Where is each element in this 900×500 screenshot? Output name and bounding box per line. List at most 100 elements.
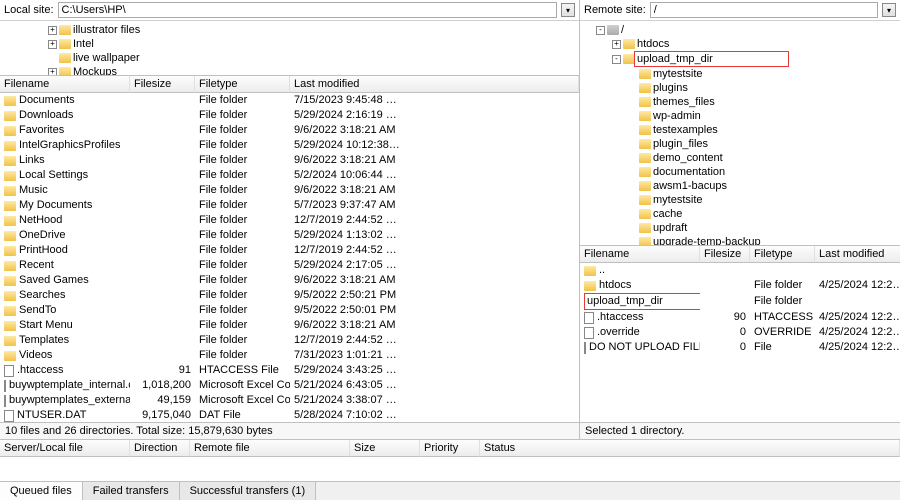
list-item-cell: File folder xyxy=(195,243,290,258)
list-item-name[interactable]: Documents xyxy=(0,93,130,108)
tree-item[interactable]: plugins xyxy=(582,81,898,95)
list-item-name[interactable]: Videos xyxy=(0,348,130,363)
tree-item[interactable]: demo_content xyxy=(582,151,898,165)
list-item-name[interactable]: Searches xyxy=(0,288,130,303)
remote-path-dropdown[interactable]: ▾ xyxy=(882,3,896,17)
column-header[interactable]: Filetype xyxy=(750,246,815,263)
queue-column-header[interactable]: Priority xyxy=(420,440,480,457)
remote-tree[interactable]: -/+htdocs-upload_tmp_dirmytestsiteplugin… xyxy=(580,21,900,246)
queue-column-header[interactable]: Size xyxy=(350,440,420,457)
folder-icon xyxy=(639,111,651,121)
column-header[interactable]: Last modified xyxy=(815,246,900,263)
tab-failed-transfers[interactable]: Failed transfers xyxy=(83,482,180,500)
list-item-name[interactable]: DO NOT UPLOAD FILE… xyxy=(580,340,700,355)
list-item-cell: 9/6/2022 3:18:21 AM xyxy=(290,153,579,168)
list-item-name[interactable]: PrintHood xyxy=(0,243,130,258)
list-item-cell: File folder xyxy=(195,183,290,198)
column-header[interactable]: Filesize xyxy=(700,246,750,263)
tree-item[interactable]: wp-admin xyxy=(582,109,898,123)
tree-item[interactable]: documentation xyxy=(582,165,898,179)
list-item-name[interactable]: SendTo xyxy=(0,303,130,318)
queue-column-header[interactable]: Remote file xyxy=(190,440,350,457)
column-header[interactable]: Filetype xyxy=(195,76,290,93)
queue-column-header[interactable]: Server/Local file xyxy=(0,440,130,457)
tree-item[interactable]: testexamples xyxy=(582,123,898,137)
column-header[interactable]: Filesize xyxy=(130,76,195,93)
list-item-name[interactable]: OneDrive xyxy=(0,228,130,243)
tree-item[interactable]: -upload_tmp_dir xyxy=(582,51,898,67)
local-tree[interactable]: +illustrator files+Intellive wallpaper+M… xyxy=(0,21,579,76)
remote-site-bar: Remote site: ▾ xyxy=(580,0,900,21)
tree-item[interactable]: +Intel xyxy=(2,37,577,51)
tree-item-label: live wallpaper xyxy=(73,51,140,65)
list-item-name[interactable]: Local Settings xyxy=(0,168,130,183)
tree-toggle-icon[interactable]: + xyxy=(48,26,57,35)
list-item-name[interactable]: Templates xyxy=(0,333,130,348)
tree-item[interactable]: updraft xyxy=(582,221,898,235)
list-item-name[interactable]: Favorites xyxy=(0,123,130,138)
tree-item[interactable]: live wallpaper xyxy=(2,51,577,65)
tree-item[interactable]: themes_files xyxy=(582,95,898,109)
list-item-name[interactable]: .. xyxy=(580,263,700,278)
queue-column-header[interactable]: Status xyxy=(480,440,900,457)
column-header[interactable]: Filename xyxy=(580,246,700,263)
tab-successful-transfers[interactable]: Successful transfers (1) xyxy=(180,482,317,500)
transfer-queue[interactable]: Server/Local fileDirectionRemote fileSiz… xyxy=(0,439,900,481)
list-item-name[interactable]: Start Menu xyxy=(0,318,130,333)
tree-item[interactable]: upgrade-temp-backup xyxy=(582,235,898,246)
list-item-cell xyxy=(130,138,195,153)
list-item-name[interactable]: buywptemplates_external… xyxy=(0,393,130,408)
list-item-cell: 9/6/2022 3:18:21 AM xyxy=(290,123,579,138)
tree-item-label: plugin_files xyxy=(653,137,708,151)
tree-item[interactable]: plugin_files xyxy=(582,137,898,151)
tree-toggle-icon[interactable]: - xyxy=(596,26,605,35)
local-path-dropdown[interactable]: ▾ xyxy=(561,3,575,17)
list-item-name[interactable]: Saved Games xyxy=(0,273,130,288)
tree-item[interactable]: cache xyxy=(582,207,898,221)
list-item-name[interactable]: .htaccess xyxy=(0,363,130,378)
list-item-name[interactable]: buywptemplate_internal.c… xyxy=(0,378,130,393)
list-item-name[interactable]: .htaccess xyxy=(580,310,700,325)
list-item-name[interactable]: Links xyxy=(0,153,130,168)
column-header[interactable]: Filename xyxy=(0,76,130,93)
tree-item[interactable]: -/ xyxy=(582,23,898,37)
list-item-name[interactable]: htdocs xyxy=(580,278,700,293)
tree-item-label: cache xyxy=(653,207,682,221)
queue-column-header[interactable]: Direction xyxy=(130,440,190,457)
tree-toggle-icon[interactable]: + xyxy=(48,40,57,49)
tree-toggle-icon[interactable]: - xyxy=(612,55,621,64)
list-item-cell: 4/25/2024 12:2… xyxy=(815,340,900,355)
list-item-name[interactable]: NetHood xyxy=(0,213,130,228)
list-item-name[interactable]: NTUSER.DAT xyxy=(0,408,130,422)
tree-item[interactable]: +Mockups xyxy=(2,65,577,76)
tree-item[interactable]: +illustrator files xyxy=(2,23,577,37)
tree-toggle-icon[interactable]: + xyxy=(48,68,57,77)
local-site-path-input[interactable] xyxy=(58,2,557,18)
remote-file-list[interactable]: FilenameFilesizeFiletypeLast modifiedPer… xyxy=(580,246,900,422)
list-item-cell: 5/29/2024 10:12:38… xyxy=(290,138,579,153)
list-item-name[interactable]: upload_tmp_dir xyxy=(580,293,700,310)
list-item-name[interactable]: My Documents xyxy=(0,198,130,213)
list-item-cell: File folder xyxy=(195,123,290,138)
list-item-name[interactable]: IntelGraphicsProfiles xyxy=(0,138,130,153)
list-item-name[interactable]: Recent xyxy=(0,258,130,273)
list-item-cell: 4/25/2024 12:2… xyxy=(815,278,900,293)
list-item-name[interactable]: .override xyxy=(580,325,700,340)
column-header[interactable]: Last modified xyxy=(290,76,579,93)
folder-icon xyxy=(639,125,651,135)
folder-icon xyxy=(4,126,16,136)
list-item-cell xyxy=(130,123,195,138)
folder-icon xyxy=(4,351,16,361)
tree-item[interactable]: +htdocs xyxy=(582,37,898,51)
folder-icon xyxy=(639,167,651,177)
tab-queued-files[interactable]: Queued files xyxy=(0,482,83,500)
remote-site-path-input[interactable] xyxy=(650,2,878,18)
tree-item[interactable]: mytestsite xyxy=(582,67,898,81)
local-file-list[interactable]: FilenameFilesizeFiletypeLast modified Doc… xyxy=(0,76,579,422)
list-item-name[interactable]: Downloads xyxy=(0,108,130,123)
tree-toggle-icon[interactable]: + xyxy=(612,40,621,49)
tree-item[interactable]: awsm1-bacups xyxy=(582,179,898,193)
tree-item[interactable]: mytestsite xyxy=(582,193,898,207)
list-item-name[interactable]: Music xyxy=(0,183,130,198)
list-item-cell: Microsoft Excel Co… xyxy=(195,378,290,393)
